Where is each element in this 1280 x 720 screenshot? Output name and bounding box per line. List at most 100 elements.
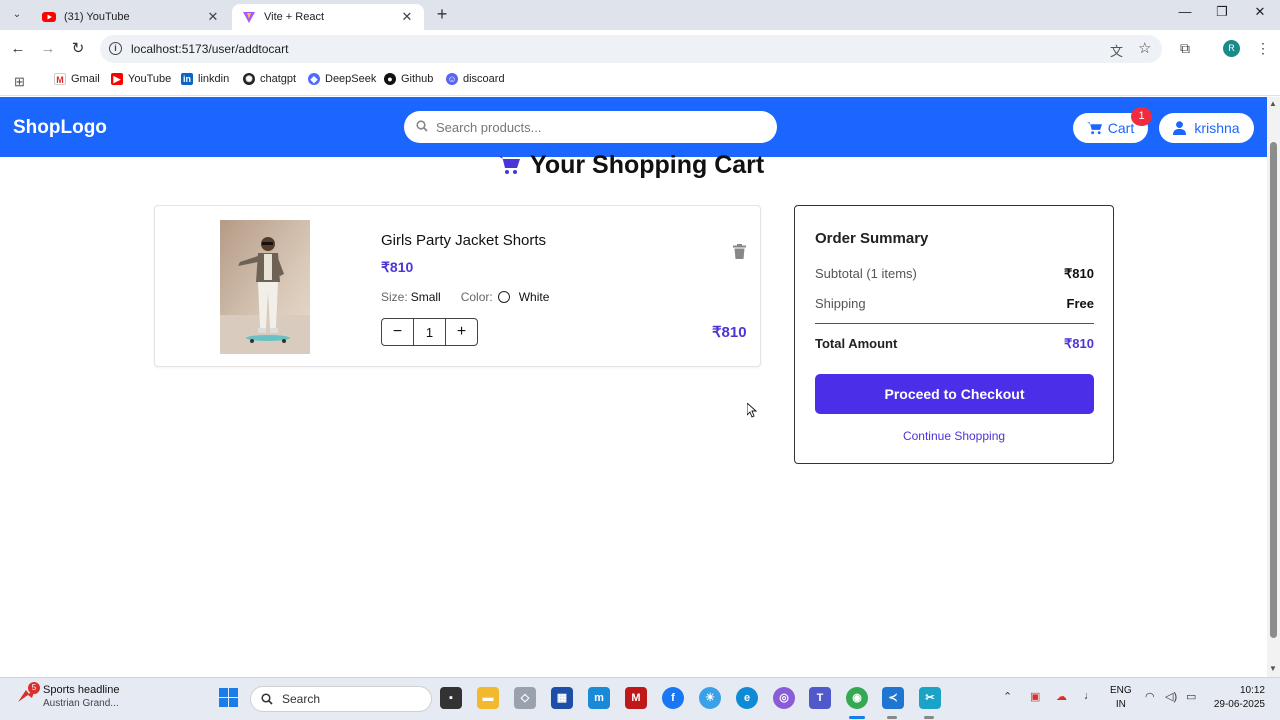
address-url[interactable]: localhost:5173/user/addtocart <box>131 42 288 56</box>
system-clock[interactable]: 10:12 29-06-2025 <box>1205 684 1265 712</box>
translate-icon[interactable]: ⽂ <box>1110 41 1123 60</box>
file-explorer-icon[interactable]: ▬ <box>477 687 499 709</box>
bookmark-youtube[interactable]: ▶ YouTube <box>111 73 171 85</box>
shipping-value: Free <box>1066 296 1094 311</box>
teams-icon[interactable]: T <box>809 687 831 709</box>
linkedin-icon: in <box>181 73 193 85</box>
quantity-value: 1 <box>413 319 446 345</box>
facebook-icon[interactable]: f <box>662 687 684 709</box>
mouse-pointer-icon <box>747 403 757 418</box>
youtube-icon: ▶ <box>111 73 123 85</box>
bookmark-label: linkdin <box>198 73 230 85</box>
restore-icon[interactable]: ❐ <box>1207 4 1237 20</box>
bookmark-discord[interactable]: ☺ discoard <box>446 73 505 85</box>
size-value: Small <box>410 290 441 304</box>
mylo-app-icon[interactable]: m <box>588 687 610 709</box>
bookmark-label: Gmail <box>71 73 100 85</box>
color-label: Color: <box>460 290 493 304</box>
onedrive-tray-icon[interactable]: ☁ <box>1056 690 1067 703</box>
product-attributes: Size: Small Color: White <box>381 290 549 304</box>
bookmark-gmail[interactable]: M Gmail <box>54 73 100 85</box>
windows-taskbar: 5 Sports headline Austrian Grand... Sear… <box>0 677 1280 720</box>
wifi-icon[interactable]: ◠ <box>1145 690 1155 703</box>
copilot-icon[interactable]: ◎ <box>773 687 795 709</box>
extensions-icon[interactable]: ⧉ <box>1180 40 1190 57</box>
chrome-icon[interactable]: ◉ <box>846 687 868 709</box>
region-code: IN <box>1115 699 1126 710</box>
user-menu-button[interactable]: krishna <box>1159 113 1254 143</box>
volume-icon[interactable]: ◁) <box>1165 690 1177 703</box>
search-bar[interactable] <box>404 111 777 143</box>
bookmarks-bar: ⊞ M Gmail ▶ YouTube in linkdin ✺ chatgpt… <box>0 68 1280 96</box>
gmail-icon: M <box>54 73 66 85</box>
bookmark-github[interactable]: ● Github <box>384 73 433 85</box>
weather-icon[interactable]: ☀ <box>699 687 721 709</box>
close-window-icon[interactable]: ✕ <box>1245 4 1275 20</box>
profile-avatar[interactable]: R <box>1223 40 1240 57</box>
site-info-icon[interactable]: i <box>109 42 122 55</box>
scrollbar-thumb[interactable] <box>1270 142 1277 638</box>
chrome-active-indicator <box>849 716 865 719</box>
product-name[interactable]: Girls Party Jacket Shorts <box>381 232 546 249</box>
user-icon <box>1173 121 1187 135</box>
vscode-icon[interactable]: ≺ <box>882 687 904 709</box>
increase-quantity-button[interactable]: + <box>446 319 477 345</box>
bookmark-chatgpt[interactable]: ✺ chatgpt <box>243 73 296 85</box>
browser-menu-icon[interactable]: ⋮ <box>1256 40 1270 57</box>
battery-icon[interactable]: ▭ <box>1186 690 1196 703</box>
tab-search-chevron-icon[interactable]: ⌄ <box>8 6 26 24</box>
bookmark-star-icon[interactable]: ☆ <box>1138 39 1151 57</box>
news-headline: Sports headline <box>43 684 120 696</box>
bookmark-label: discoard <box>463 73 505 85</box>
search-input[interactable] <box>436 117 766 137</box>
store-icon[interactable]: ▦ <box>551 687 573 709</box>
bookmark-label: Github <box>401 73 434 85</box>
mcafee-icon[interactable]: M <box>625 687 647 709</box>
windows-start-icon[interactable] <box>219 688 238 707</box>
language-indicator[interactable]: ENG IN <box>1110 684 1132 712</box>
tab-vite-react[interactable]: Vite + React ✕ <box>232 4 424 30</box>
taskbar-search[interactable]: Search <box>250 686 432 712</box>
news-badge: 5 <box>28 682 40 694</box>
microphone-icon[interactable]: ♩ <box>1084 690 1095 702</box>
new-tab-icon[interactable]: + <box>432 4 452 25</box>
item-line-total: ₹810 <box>712 324 747 341</box>
discord-icon: ☺ <box>446 73 458 85</box>
proceed-to-checkout-button[interactable]: Proceed to Checkout <box>815 374 1094 414</box>
tab-youtube[interactable]: (31) YouTube ✕ <box>32 4 230 30</box>
chatgpt-icon: ✺ <box>243 73 255 85</box>
close-tab-icon[interactable]: ✕ <box>206 9 220 25</box>
tab-title: Vite + React <box>264 11 325 23</box>
scroll-up-arrow-icon[interactable]: ▲ <box>1269 99 1277 108</box>
close-tab-icon[interactable]: ✕ <box>400 9 414 25</box>
apps-grid-icon[interactable]: ⊞ <box>14 74 25 90</box>
cart-item-card: Girls Party Jacket Shorts ₹810 Size: Sma… <box>154 205 761 367</box>
decrease-quantity-button[interactable]: − <box>382 319 413 345</box>
back-icon[interactable]: ← <box>8 39 28 59</box>
antivirus-tray-icon[interactable]: ▣ <box>1030 690 1040 703</box>
news-subtitle: Austrian Grand... <box>43 698 119 709</box>
reload-icon[interactable]: ↻ <box>68 39 88 59</box>
subtotal-value: ₹810 <box>1064 266 1094 281</box>
news-widget[interactable]: 5 Sports headline Austrian Grand... <box>16 682 120 710</box>
snipping-tool-icon[interactable]: ✂ <box>919 687 941 709</box>
trash-icon[interactable] <box>733 244 746 259</box>
forward-icon[interactable]: → <box>38 39 58 59</box>
minimize-icon[interactable]: — <box>1170 4 1200 19</box>
edge-icon[interactable]: e <box>736 687 758 709</box>
product-image[interactable] <box>220 220 310 354</box>
taskbar-search-label: Search <box>282 692 321 706</box>
page-title-text: Your Shopping Cart <box>530 150 765 179</box>
address-bar[interactable]: i localhost:5173/user/addtocart ⽂ ☆ <box>100 35 1162 63</box>
cart-icon <box>498 156 520 174</box>
site-logo[interactable]: ShopLogo <box>13 117 107 139</box>
subtotal-row: Subtotal (1 items) ₹810 <box>815 266 1094 282</box>
continue-shopping-link[interactable]: Continue Shopping <box>795 429 1113 443</box>
bookmark-deepseek[interactable]: ◆ DeepSeek <box>308 73 376 85</box>
vite-icon <box>242 10 256 24</box>
task-view-icon[interactable]: ▪ <box>440 687 462 709</box>
bookmark-linkedin[interactable]: in linkdin <box>181 73 229 85</box>
scroll-down-arrow-icon[interactable]: ▼ <box>1269 664 1277 673</box>
show-hidden-icons-chevron-icon[interactable]: ⌃ <box>1003 690 1012 703</box>
drive-icon[interactable]: ◇ <box>514 687 536 709</box>
